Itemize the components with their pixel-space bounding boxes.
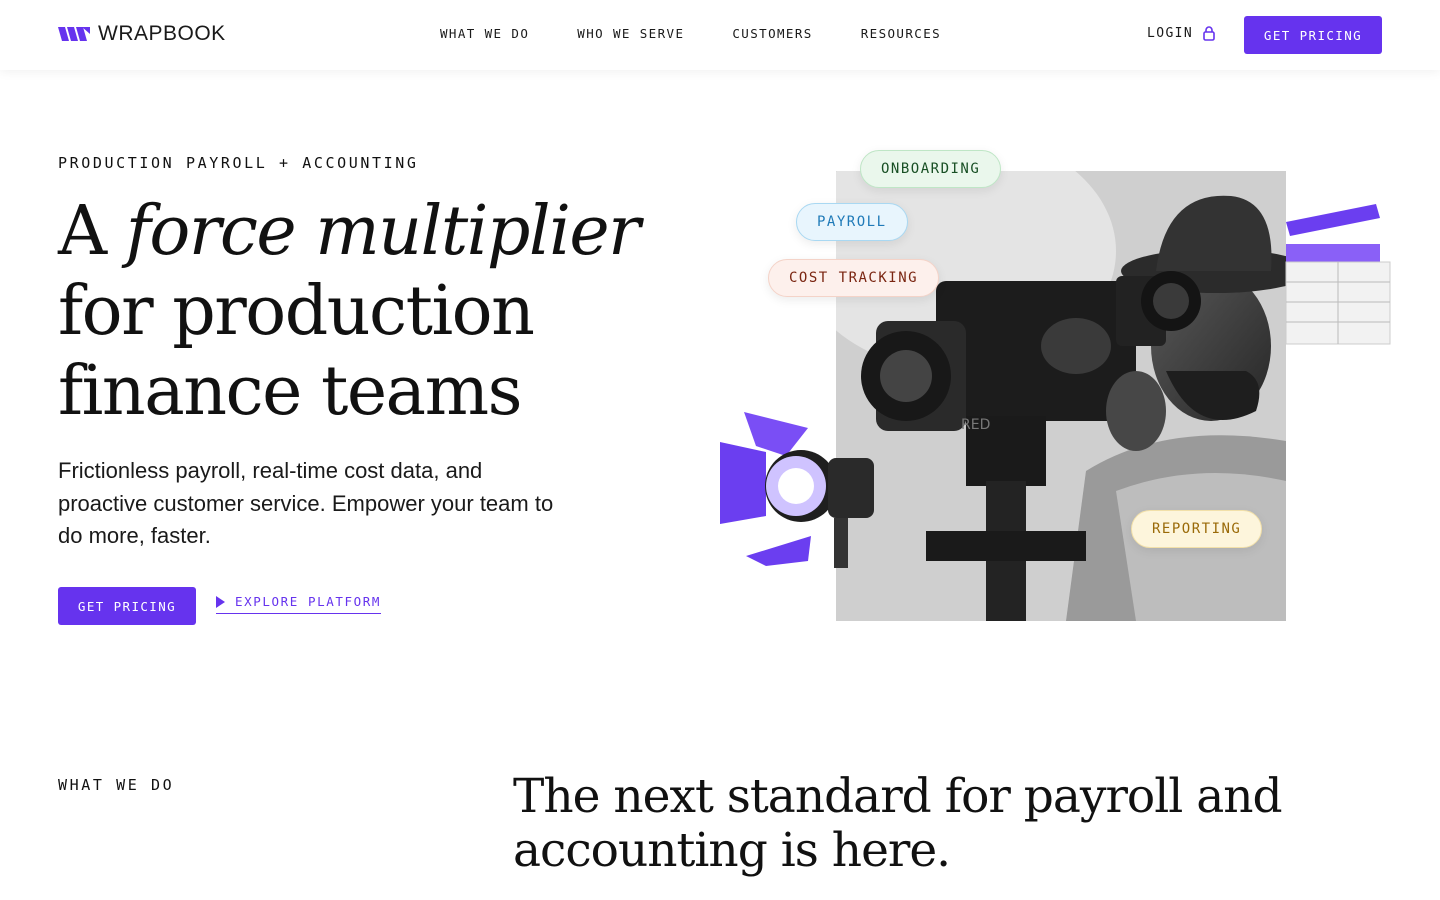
hero-subcopy: Frictionless payroll, real-time cost dat…: [58, 458, 554, 548]
section-label-what-we-do: WHAT WE DO: [58, 776, 175, 794]
tag-reporting: REPORTING: [1131, 510, 1263, 548]
tag-cost-tracking: COST TRACKING: [768, 259, 940, 297]
hero-photo-cinematographer: RED: [836, 171, 1286, 621]
clapperboard-illustration: [1285, 204, 1391, 345]
brand-logo[interactable]: WRAPBOOK: [58, 22, 226, 46]
get-pricing-hero-button[interactable]: GET PRICING: [58, 587, 196, 625]
lock-icon: [1203, 26, 1215, 41]
hero-eyebrow: PRODUCTION PAYROLL + ACCOUNTING: [58, 154, 419, 172]
nav-item-who-we-serve[interactable]: WHO WE SERVE: [577, 26, 684, 41]
wrapbook-logo-icon: [58, 27, 90, 41]
headline-line-3: finance teams: [58, 352, 522, 431]
section-title: The next standard for payroll and accoun…: [513, 769, 1283, 878]
nav-item-customers[interactable]: CUSTOMERS: [732, 26, 812, 41]
login-label: LOGIN: [1147, 26, 1194, 41]
brand-name: WRAPBOOK: [98, 22, 226, 45]
tag-payroll: PAYROLL: [796, 203, 908, 241]
tag-onboarding: ONBOARDING: [860, 150, 1002, 188]
get-pricing-header-button[interactable]: GET PRICING: [1244, 16, 1382, 54]
hero-headline: A force multiplier for production financ…: [58, 192, 698, 432]
headline-lead: A: [58, 192, 126, 271]
spotlight-illustration: [720, 412, 874, 568]
explore-platform-label: EXPLORE PLATFORM: [235, 594, 382, 609]
nav-item-resources[interactable]: RESOURCES: [861, 26, 941, 41]
nav-item-what-we-do[interactable]: WHAT WE DO: [440, 26, 529, 41]
main-nav: WHAT WE DO WHO WE SERVE CUSTOMERS RESOUR…: [440, 26, 941, 41]
headline-emphasis: force multiplier: [125, 192, 641, 271]
login-link[interactable]: LOGIN: [1147, 26, 1215, 41]
svg-text:RED: RED: [961, 417, 990, 433]
play-icon: [216, 595, 225, 608]
site-header: WRAPBOOK WHAT WE DO WHO WE SERVE CUSTOME…: [0, 0, 1440, 70]
explore-platform-link[interactable]: EXPLORE PLATFORM: [216, 594, 382, 614]
headline-line-2: for production: [58, 272, 535, 351]
